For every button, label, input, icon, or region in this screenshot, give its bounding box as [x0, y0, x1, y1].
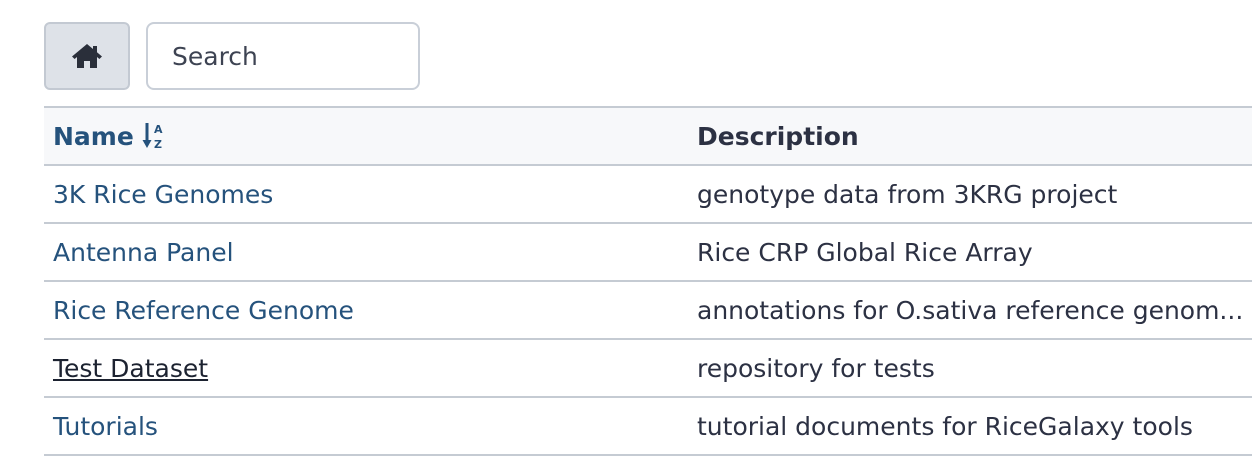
datasets-table: Name A Z Description 3K Rice Genomes gen…	[44, 106, 1252, 456]
svg-text:A: A	[154, 123, 163, 136]
dataset-link[interactable]: Tutorials	[53, 412, 158, 441]
table-row: Test Dataset repository for tests	[44, 339, 1252, 398]
table-header-row: Name A Z Description	[44, 106, 1252, 166]
table-cell-description: Rice CRP Global Rice Array	[688, 223, 1252, 282]
table-row: Tutorials tutorial documents for RiceGal…	[44, 397, 1252, 456]
dataset-link[interactable]: 3K Rice Genomes	[53, 180, 273, 209]
svg-text:Z: Z	[154, 138, 162, 151]
column-header-name-label: Name	[53, 121, 134, 151]
table-cell-description: repository for tests	[688, 339, 1252, 398]
toolbar	[44, 22, 420, 90]
table-cell-description: genotype data from 3KRG project	[688, 165, 1252, 224]
table-cell-name: Test Dataset	[44, 339, 688, 398]
sort-by-name-button[interactable]: Name A Z	[53, 121, 166, 152]
table-cell-name: 3K Rice Genomes	[44, 165, 688, 224]
table-row: Antenna Panel Rice CRP Global Rice Array	[44, 223, 1252, 282]
column-header-description: Description	[688, 106, 1252, 166]
home-button[interactable]	[44, 22, 130, 90]
dataset-link[interactable]: Test Dataset	[53, 354, 208, 383]
table-cell-name: Antenna Panel	[44, 223, 688, 282]
table-row: 3K Rice Genomes genotype data from 3KRG …	[44, 165, 1252, 224]
sort-alpha-down-icon: A Z	[142, 123, 163, 151]
search-input[interactable]	[146, 22, 420, 90]
table-cell-description: tutorial documents for RiceGalaxy tools	[688, 397, 1252, 456]
table-cell-name: Tutorials	[44, 397, 688, 456]
table-cell-description: annotations for O.sativa reference genom…	[688, 281, 1252, 340]
table-row: Rice Reference Genome annotations for O.…	[44, 281, 1252, 340]
column-header-name[interactable]: Name A Z	[44, 106, 688, 166]
dataset-link[interactable]: Antenna Panel	[53, 238, 234, 267]
home-icon	[72, 44, 102, 68]
table-body: 3K Rice Genomes genotype data from 3KRG …	[44, 165, 1252, 456]
table-cell-name: Rice Reference Genome	[44, 281, 688, 340]
dataset-link[interactable]: Rice Reference Genome	[53, 296, 354, 325]
